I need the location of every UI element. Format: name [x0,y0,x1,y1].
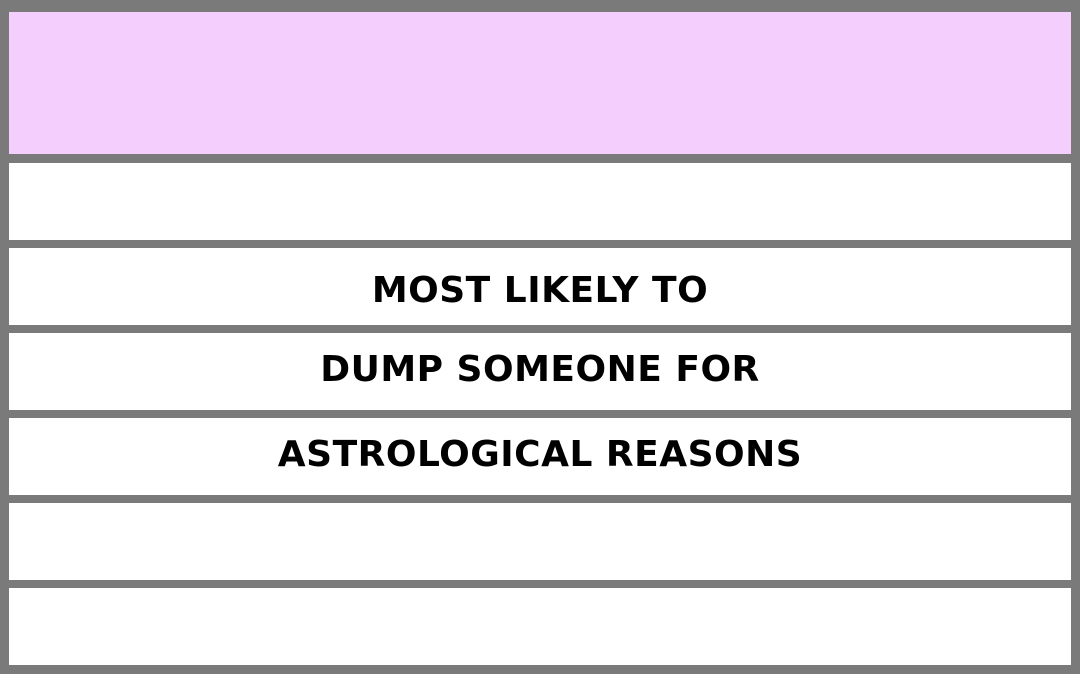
line-row-4: ASTROLOGICAL REASONS [9,418,1071,495]
lined-card: MOST LIKELY TO DUMP SOMEONE FOR ASTROLOG… [0,0,1080,674]
line-row-2: MOST LIKELY TO [9,248,1071,325]
line-row-6 [9,588,1071,665]
header-band [9,12,1071,154]
caption-line-1: MOST LIKELY TO [371,270,709,311]
line-row-1 [9,163,1071,240]
line-row-3: DUMP SOMEONE FOR [9,333,1071,410]
line-row-5 [9,503,1071,580]
caption-line-3: ASTROLOGICAL REASONS [277,434,803,475]
caption-line-2: DUMP SOMEONE FOR [320,349,760,390]
